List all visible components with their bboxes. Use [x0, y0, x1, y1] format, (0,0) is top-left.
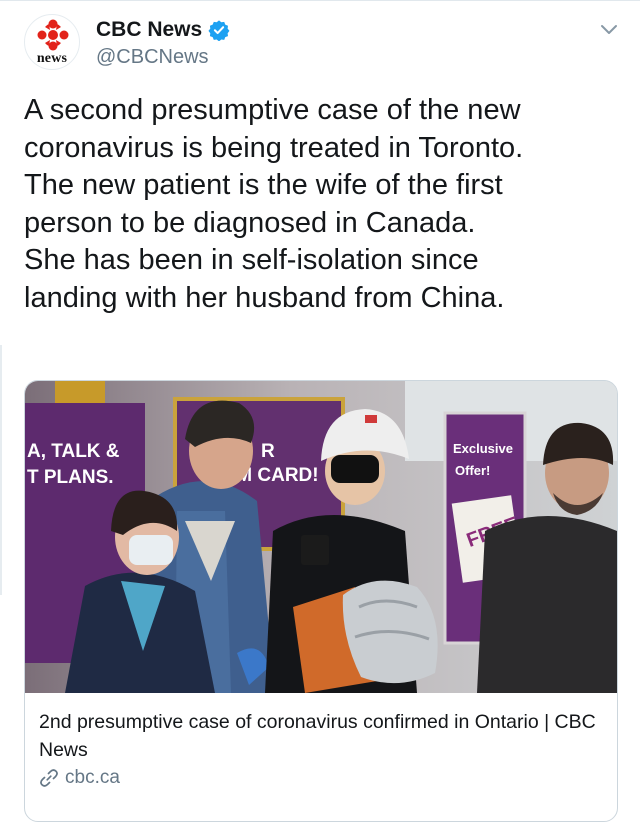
top-divider [0, 0, 640, 1]
verified-badge-icon [208, 20, 230, 41]
tweet-line: She has been in self-isolation since [24, 244, 479, 276]
sign-text: Offer! [455, 463, 490, 478]
sign-text: Exclusive [453, 441, 513, 456]
scroll-edge [0, 345, 2, 595]
name-row: CBC News [96, 18, 230, 42]
sign-text: A, TALK & [27, 441, 120, 462]
tweet-header: news CBC News @CBCNews [24, 14, 620, 74]
tweet-line: A second presumptive case of the new [24, 94, 521, 126]
cbc-gem-icon [37, 19, 69, 51]
handle[interactable]: @CBCNews [96, 46, 209, 69]
tweet-line: The new patient is the wife of the first [24, 169, 503, 201]
display-name[interactable]: CBC News [96, 18, 202, 42]
card-domain[interactable]: cbc.ca [39, 767, 120, 789]
avatar[interactable]: news [24, 14, 80, 70]
tweet-line: person to be diagnosed in Canada. [24, 206, 476, 239]
link-icon [40, 769, 58, 787]
tweet-text: A second presumptive case of the new cor… [24, 92, 614, 317]
card-title[interactable]: 2nd presumptive case of coronavirus conf… [39, 708, 605, 764]
tweet-line: landing with her husband from China. [24, 281, 505, 314]
sign-text: R [261, 441, 275, 462]
tweet-line: coronavirus is being treated in Toronto. [24, 131, 524, 164]
avatar-wordmark: news [36, 51, 68, 66]
sign-text: T PLANS. [27, 467, 114, 488]
article-photo[interactable]: A, TALK & T PLANS. R IM CARD! Exclusive … [25, 381, 617, 693]
card-domain-text: cbc.ca [65, 767, 120, 788]
chevron-down-icon[interactable] [598, 18, 620, 40]
link-card[interactable]: A, TALK & T PLANS. R IM CARD! Exclusive … [24, 380, 618, 822]
